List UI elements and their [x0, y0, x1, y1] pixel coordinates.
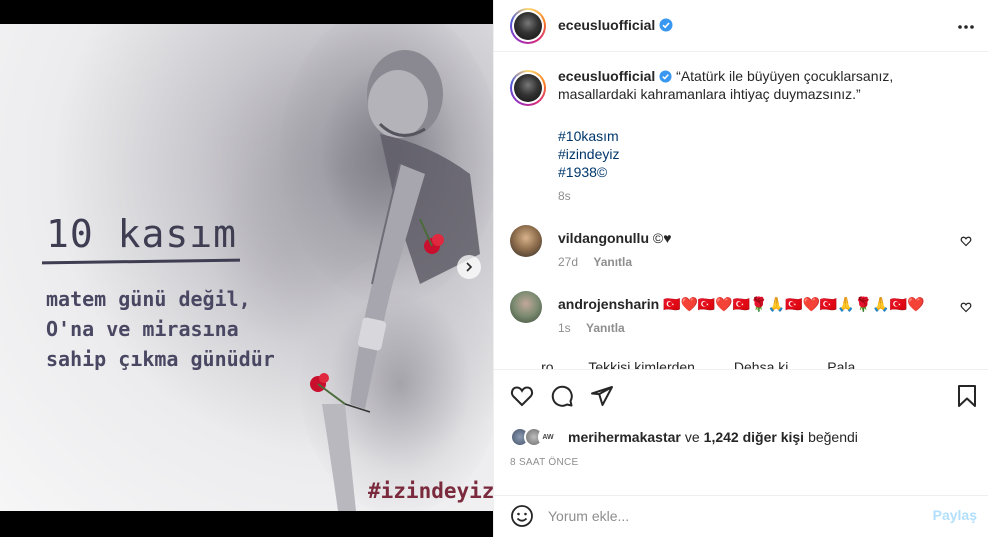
- like-comment-heart-icon[interactable]: [960, 235, 972, 247]
- post-time-ago[interactable]: 8 SAAT ÖNCE: [510, 457, 579, 468]
- comment-text: 🇹🇷❤️🇹🇷❤️🇹🇷🌹🙏🇹🇷❤️🇹🇷🙏🌹🙏🇹🇷❤️: [663, 296, 925, 312]
- post-comment-button[interactable]: Paylaş: [933, 507, 977, 523]
- more-horizontal-icon: [958, 25, 974, 29]
- post-side-panel: eceusluofficial eceusluofficial “Atatürk…: [493, 0, 988, 537]
- comment-body: vildangonullu ©♥: [558, 229, 948, 247]
- heart-icon[interactable]: [510, 384, 534, 408]
- liker-avatars[interactable]: AW: [510, 427, 566, 447]
- likes-summary: AW merihermakastar ve 1,242 diğer kişi b…: [510, 427, 858, 447]
- comment-meta: 1s Yanıtla: [558, 321, 637, 335]
- like-comment-heart-icon[interactable]: [960, 301, 972, 313]
- poster-line-1: matem günü değil,: [46, 287, 251, 311]
- reply-button[interactable]: Yanıtla: [586, 321, 625, 335]
- caption-text-block: eceusluofficial “Atatürk ile büyüyen çoc…: [558, 67, 958, 103]
- comment-text: ©♥: [652, 230, 672, 246]
- caption-username[interactable]: eceusluofficial: [558, 68, 655, 84]
- liker-username[interactable]: merihermakastar: [568, 429, 681, 445]
- chevron-right-icon: [466, 262, 473, 272]
- emoji-icon[interactable]: [510, 504, 534, 528]
- post-header: eceusluofficial: [494, 0, 988, 52]
- caption-timestamp[interactable]: 8s: [558, 189, 571, 203]
- verified-badge-icon: [659, 70, 672, 83]
- verified-badge-icon: [659, 18, 673, 32]
- likes-suffix: beğendi: [808, 429, 858, 445]
- share-send-icon[interactable]: [590, 384, 614, 408]
- comment-time[interactable]: 27d: [558, 255, 578, 269]
- comment-icon[interactable]: [550, 384, 574, 408]
- partially-visible-comment: ____ro____ Tekkisi kimlerden ____ Dehsa …: [510, 359, 887, 369]
- more-options-button[interactable]: [957, 14, 975, 35]
- poster-line-2: O'na ve mirasına: [46, 317, 239, 341]
- comment-meta: 27d Yanıtla: [558, 255, 644, 269]
- poster-title: 10 kasım: [46, 212, 238, 256]
- poster-hashtag: #izindeyiz: [368, 479, 493, 503]
- reply-button[interactable]: Yanıtla: [593, 255, 632, 269]
- hashtag-link[interactable]: #1938©: [558, 163, 619, 181]
- commenter-username[interactable]: vildangonullu: [558, 230, 649, 246]
- commenter-avatar[interactable]: [510, 291, 542, 323]
- caption-hashtags: #10kasım #izindeyiz #1938©: [558, 127, 619, 181]
- caption-avatar[interactable]: [510, 70, 546, 106]
- comment-input[interactable]: [548, 505, 918, 527]
- comment-time[interactable]: 1s: [558, 321, 571, 335]
- comment-body: androjensharin 🇹🇷❤️🇹🇷❤️🇹🇷🌹🙏🇹🇷❤️🇹🇷🙏🌹🙏🇹🇷❤️: [558, 295, 948, 313]
- bookmark-icon[interactable]: [956, 384, 978, 408]
- poster-line-3: sahip çıkma günüdür: [46, 347, 275, 371]
- add-comment-bar: Paylaş: [494, 495, 988, 537]
- hashtag-link[interactable]: #10kasım: [558, 127, 619, 145]
- post-actions: AW merihermakastar ve 1,242 diğer kişi b…: [494, 369, 988, 495]
- post-photo: 10 kasım matem günü değil, O'na ve miras…: [0, 24, 493, 511]
- commenter-username[interactable]: androjensharin: [558, 296, 659, 312]
- others-like-count[interactable]: 1,242 diğer kişi: [704, 429, 804, 445]
- comments-scroll-area[interactable]: eceusluofficial “Atatürk ile büyüyen çoc…: [494, 53, 988, 369]
- post-media: 10 kasım matem günü değil, O'na ve miras…: [0, 0, 493, 537]
- hashtag-link[interactable]: #izindeyiz: [558, 145, 619, 163]
- author-username[interactable]: eceusluofficial: [558, 17, 673, 33]
- ataturk-figure-illustration: [310, 50, 480, 511]
- next-image-button[interactable]: [457, 255, 481, 279]
- author-username-text[interactable]: eceusluofficial: [558, 17, 655, 33]
- likes-connector: ve: [684, 429, 700, 445]
- avatar[interactable]: [510, 8, 546, 44]
- commenter-avatar[interactable]: [510, 225, 542, 257]
